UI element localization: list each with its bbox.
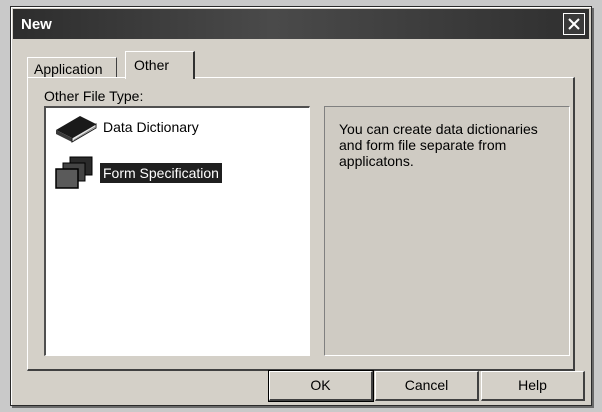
close-button[interactable] [563,13,585,35]
list-item-form-specification[interactable]: Form Specification [52,156,222,190]
description-box: You can create data dictionaries and for… [324,106,570,356]
book-icon [56,116,97,143]
description-text: You can create data dictionaries and for… [339,121,538,169]
file-type-label: Other File Type: [44,88,144,104]
list-item-data-dictionary[interactable]: Data Dictionary [52,110,202,144]
list-item-label: Data Dictionary [103,119,199,135]
dialog-title: New [21,16,52,33]
stacked-forms-icon [55,156,93,189]
file-type-list: Data Dictionary Form Specification [44,106,310,356]
tab-application[interactable]: Application [27,57,117,79]
title-bar: New [13,9,589,39]
close-icon [568,18,580,30]
new-dialog: New Application Other Other File Type: D… [10,6,592,406]
cancel-button[interactable]: Cancel [375,371,479,401]
help-button[interactable]: Help [481,371,585,401]
other-tab-panel: Other File Type: Data Dictionary Form Sp… [27,77,575,371]
tab-other[interactable]: Other [125,51,195,79]
list-item-label: Form Specification [100,163,222,183]
ok-button[interactable]: OK [268,370,374,402]
